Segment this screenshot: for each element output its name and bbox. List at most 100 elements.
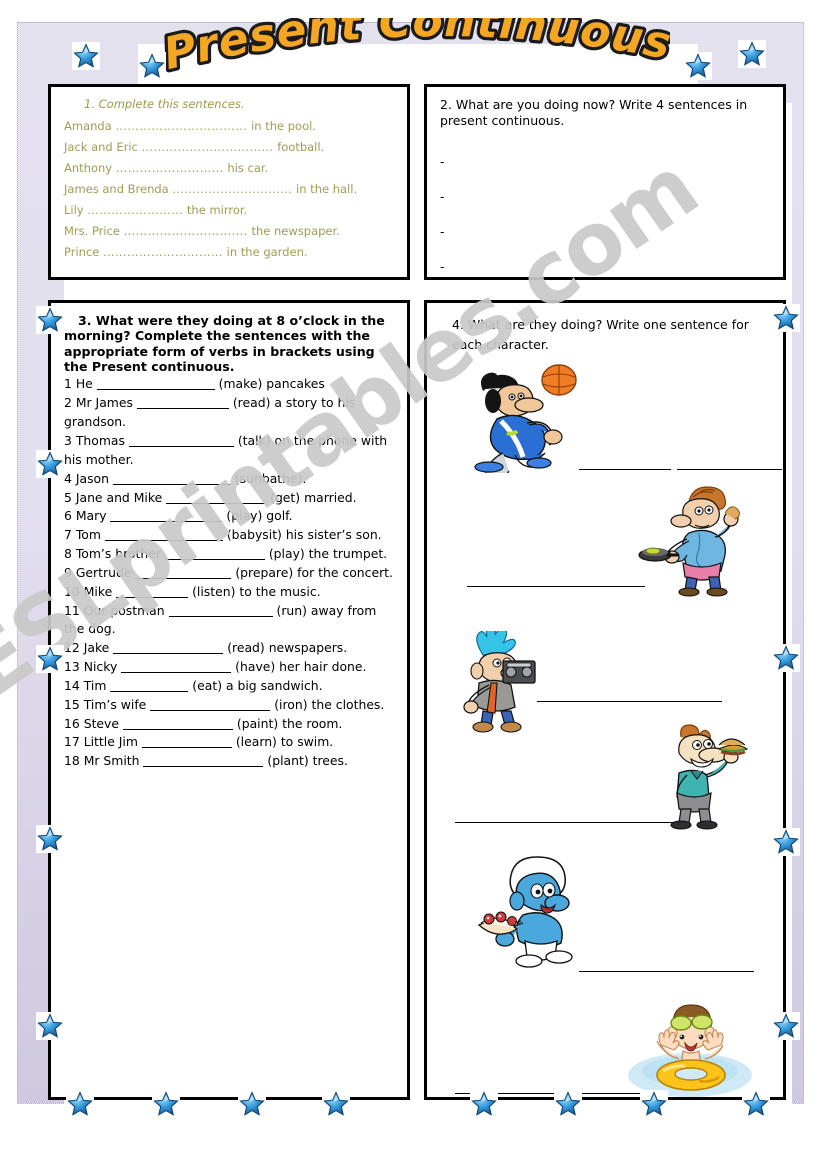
exercise-3-blank[interactable] <box>135 567 232 579</box>
exercise-2-answer-dash[interactable]: - <box>440 154 773 169</box>
exercise-3-blank[interactable] <box>110 510 223 523</box>
exercise-1-subject: Prince <box>64 245 103 259</box>
exercise-3-item[interactable]: 1 He (make) pancakes <box>64 375 397 394</box>
exercise-1-blank-dots[interactable]: ……………………… <box>116 161 224 175</box>
exercise-3-item[interactable]: 3 Thomas (talk) on the phone with his mo… <box>64 432 397 470</box>
exercise-3-blank[interactable] <box>122 718 233 730</box>
exercise-3-item[interactable]: 12 Jake (read) newspapers. <box>64 639 397 658</box>
exercise-3-item[interactable]: 2 Mr James (read) a story to his grandso… <box>64 394 397 432</box>
star-icon <box>470 1090 498 1118</box>
exercise-1-lines: Amanda …………………………… in the pool. Jack and … <box>62 119 397 259</box>
exercise-3-item-prompt: 14 Tim <box>64 677 111 693</box>
exercise-3-item[interactable]: 7 Tom (babysit) his sister’s son. <box>64 526 397 545</box>
exercise-1-line[interactable]: Lily …………………… the mirror. <box>64 203 397 217</box>
exercise-3-blank[interactable] <box>116 586 189 598</box>
star-icon <box>554 1090 582 1118</box>
character-man-cooking-frying-pan <box>637 485 749 597</box>
exercise-1-blank-dots[interactable]: …………………………. <box>124 224 248 238</box>
exercise-3-blank[interactable] <box>150 699 271 711</box>
exercise-1-blank-dots[interactable]: …………………………… <box>115 119 247 133</box>
exercise-3-item-prompt: 9 Gertrude <box>64 564 136 580</box>
exercise-3-blank[interactable] <box>166 492 267 504</box>
exercise-2-heading: 2. What are you doing now? Write 4 sente… <box>440 97 748 128</box>
exercise-3-item[interactable]: 9 Gertrude (prepare) for the concert. <box>64 564 397 583</box>
star-icon <box>640 1090 668 1118</box>
exercise-1-subject: Lily <box>64 203 88 217</box>
star-icon <box>772 304 800 332</box>
exercise-3-blank[interactable] <box>143 755 264 768</box>
exercise-3-blank[interactable] <box>168 605 273 617</box>
exercise-2-box: 2. What are you doing now? Write 4 sente… <box>424 84 786 280</box>
exercise-3-item-prompt: 7 Tom <box>64 527 105 543</box>
exercise-2-answer-dash[interactable]: - <box>440 189 773 204</box>
star-icon <box>36 306 64 334</box>
exercise-3-blank[interactable] <box>128 435 234 447</box>
exercise-3-box: 3. What were they doing at 8 o’clock in … <box>48 300 410 1100</box>
exercise-3-item[interactable]: 17 Little Jim (learn) to swim. <box>64 733 397 752</box>
exercise-1-line[interactable]: Jack and Eric …………………………… football. <box>64 140 397 154</box>
exercise-1-subject: Jack and Eric <box>64 140 142 154</box>
exercise-3-item-verb: (iron) the clothes. <box>270 696 385 712</box>
star-icon <box>738 40 766 68</box>
exercise-4-answer-line[interactable] <box>467 586 645 587</box>
exercise-1-line[interactable]: James and Brenda ………………………… in the hall. <box>64 182 397 196</box>
exercise-3-blank[interactable] <box>112 473 231 485</box>
exercise-3-blank[interactable] <box>96 378 215 391</box>
exercise-1-blank-dots[interactable]: …………………… <box>87 203 183 217</box>
exercise-4-answer-line[interactable] <box>537 701 722 702</box>
exercise-4-answer-line[interactable] <box>455 822 680 823</box>
exercise-3-item[interactable]: 10 Mike (listen) to the music. <box>64 583 397 602</box>
exercise-1-tail: his car. <box>223 161 269 175</box>
exercise-2-answer-dash[interactable]: - <box>440 224 773 239</box>
exercise-3-blank[interactable] <box>104 529 223 542</box>
exercise-3-blank[interactable] <box>164 548 265 561</box>
exercise-3-item[interactable]: 13 Nicky (have) her hair done. <box>64 658 397 677</box>
exercise-3-blank[interactable] <box>121 661 232 674</box>
star-icon <box>772 1012 800 1040</box>
star-icon <box>72 42 100 70</box>
exercise-1-blank-dots[interactable]: ………………………… <box>103 245 223 259</box>
exercise-3-item-verb: (listen) to the music. <box>188 583 321 599</box>
exercise-1-line[interactable]: Mrs. Price …………………………. the newspaper. <box>64 224 397 238</box>
exercise-3-item-prompt: 5 Jane and Mike <box>64 489 167 505</box>
star-icon <box>772 644 800 672</box>
exercise-3-item-prompt: 18 Mr Smith <box>64 753 144 769</box>
exercise-4-answer-line[interactable] <box>579 469 671 470</box>
exercise-2-answer-slots[interactable]: - - - - <box>438 154 773 274</box>
exercise-3-item[interactable]: 15 Tim’s wife (iron) the clothes. <box>64 696 397 715</box>
exercise-1-line[interactable]: Prince ………………………… in the garden. <box>64 245 397 259</box>
exercise-1-subject: Amanda <box>64 119 116 133</box>
exercise-3-item[interactable]: 4 Jason (sunbathe). <box>64 470 397 489</box>
exercise-1-tail: football. <box>273 140 325 154</box>
character-boy-carrying-boombox <box>449 622 557 736</box>
exercise-3-blank[interactable] <box>113 642 224 655</box>
exercise-3-item-prompt: 6 Mary <box>64 508 111 524</box>
exercise-1-line[interactable]: Anthony ……………………… his car. <box>64 161 397 175</box>
exercise-3-items: 1 He (make) pancakes 2 Mr James (read) a … <box>62 375 397 771</box>
exercise-3-item[interactable]: 16 Steve (paint) the room. <box>64 715 397 734</box>
exercise-3-item[interactable]: 6 Mary (play) golf. <box>64 507 397 526</box>
exercise-1-blank-dots[interactable]: …………………………… <box>142 140 274 154</box>
star-icon <box>772 828 800 856</box>
exercise-3-item[interactable]: 18 Mr Smith (plant) trees. <box>64 752 397 771</box>
exercise-4-answer-line[interactable] <box>677 469 782 470</box>
exercise-3-item[interactable]: 11 Our postman (run) away from the dog. <box>64 602 397 640</box>
exercise-4-answer-line[interactable] <box>579 971 754 972</box>
exercise-1-line[interactable]: Amanda …………………………… in the pool. <box>64 119 397 133</box>
exercise-1-blank-dots[interactable]: ………………………… <box>172 182 292 196</box>
exercise-3-item[interactable]: 14 Tim (eat) a big sandwich. <box>64 677 397 696</box>
character-waiter-carrying-hamburger <box>657 723 757 833</box>
exercise-3-item-verb: (sunbathe). <box>230 470 307 486</box>
exercise-2-answer-dash[interactable]: - <box>440 259 773 274</box>
star-icon <box>138 52 166 80</box>
exercise-1-box: 1. Complete this sentences. Amanda ……………… <box>48 84 410 280</box>
exercise-3-item-verb: (plant) trees. <box>263 753 348 769</box>
exercise-1-tail: the newspaper. <box>247 224 340 238</box>
exercise-3-blank[interactable] <box>136 397 229 410</box>
exercise-3-blank[interactable] <box>141 736 232 749</box>
exercise-3-blank[interactable] <box>110 680 189 692</box>
exercise-3-item[interactable]: 8 Tom’s brother (play) the trumpet. <box>64 545 397 564</box>
exercise-4-heading: 4. What are they doing? Write one senten… <box>452 317 749 352</box>
exercise-3-item[interactable]: 5 Jane and Mike (get) married. <box>64 489 397 508</box>
star-icon <box>66 1090 94 1118</box>
